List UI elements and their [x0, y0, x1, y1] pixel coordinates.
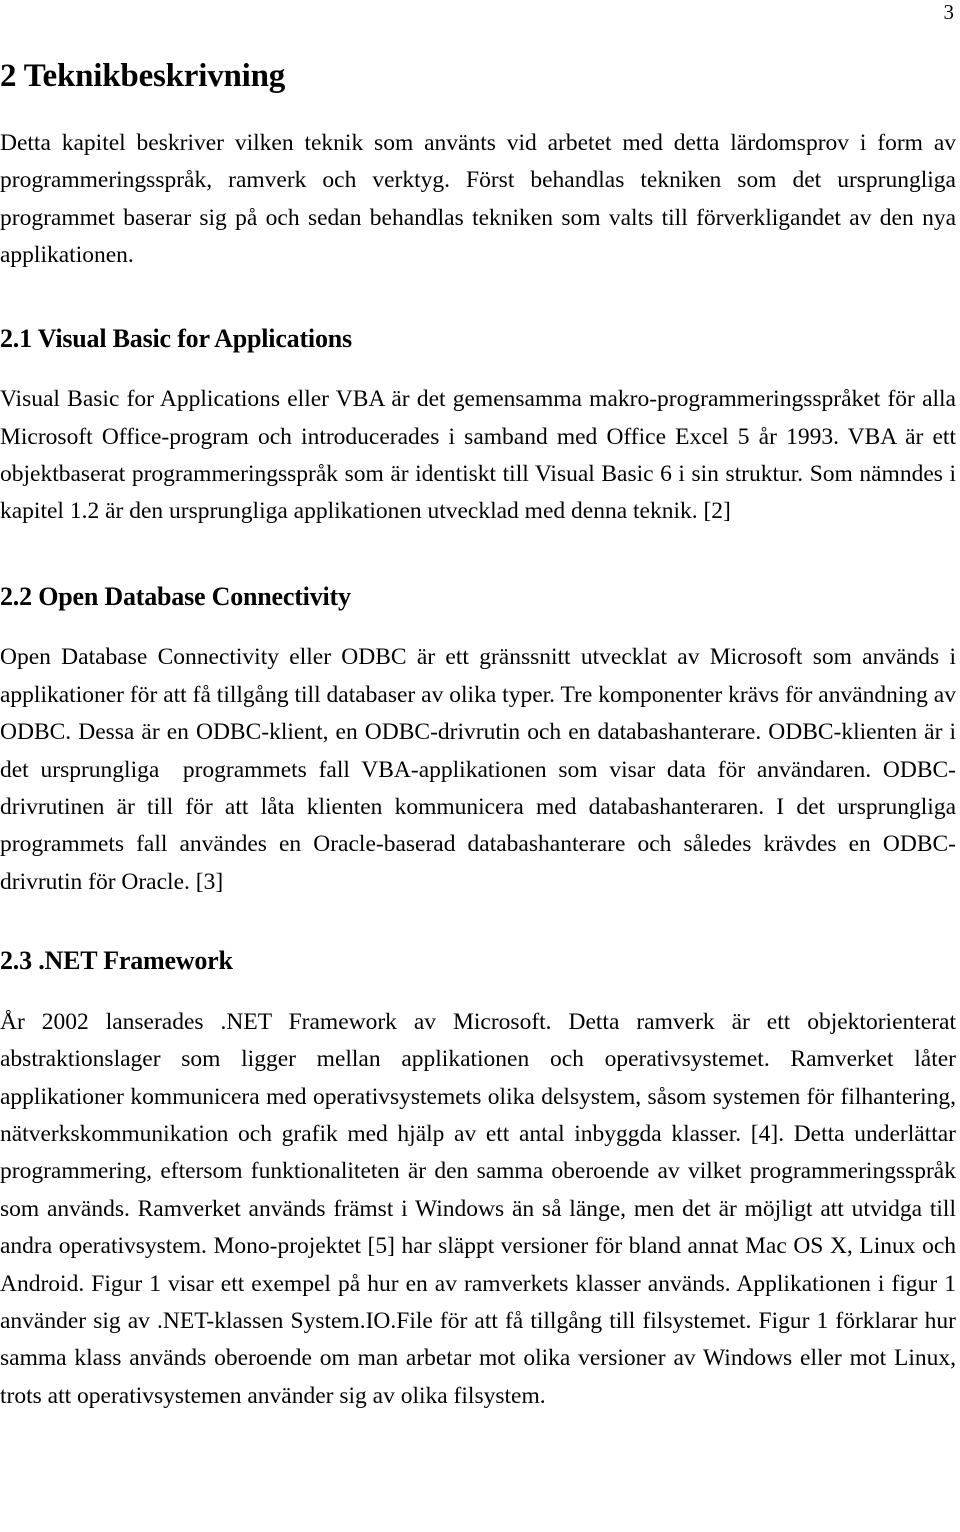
- section-heading-vba: 2.1 Visual Basic for Applications: [0, 323, 352, 353]
- section-paragraph-odbc: Open Database Connectivity eller ODBC är…: [0, 644, 956, 895]
- section-paragraph-vba: Visual Basic for Applications eller VBA …: [0, 386, 956, 525]
- page-content: 2 Teknikbeskrivning Detta kapitel beskri…: [0, 58, 956, 1415]
- page-number: 3: [943, 0, 955, 24]
- chapter-intro-paragraph: Detta kapitel beskriver vilken teknik so…: [0, 129, 956, 269]
- chapter-heading: 2 Teknikbeskrivning: [0, 58, 286, 94]
- section-heading-dotnet: 2.3 .NET Framework: [0, 946, 233, 976]
- section-heading-odbc: 2.2 Open Database Connectivity: [0, 581, 351, 611]
- document-page: 3 2 Teknikbeskrivning Detta kapitel besk…: [0, 0, 960, 1532]
- section-paragraph-dotnet: År 2002 lanserades .NET Framework av Mic…: [0, 1008, 956, 1409]
